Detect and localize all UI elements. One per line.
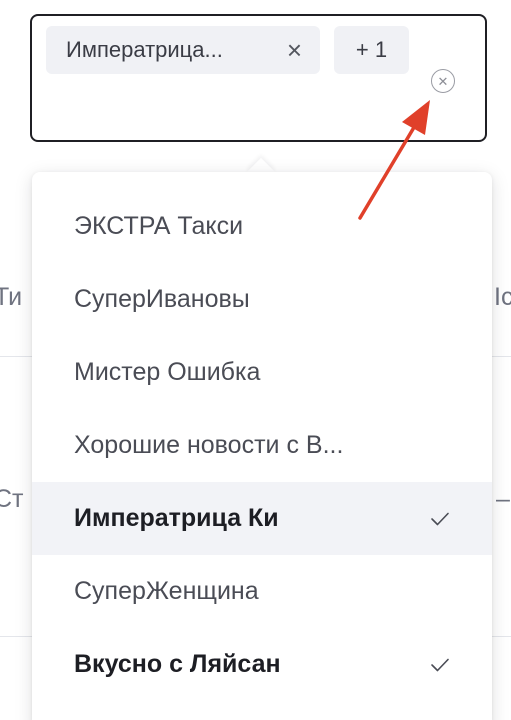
table-cell-fragment: – [496,485,510,513]
option-item-selected[interactable]: Вкусно с Ляйсан [32,628,492,701]
chip-remove-icon[interactable]: × [287,37,302,63]
option-item-selected[interactable]: Императрица Ки [32,482,492,555]
selected-chip: Императрица... × [46,26,320,74]
option-label: Императрица Ки [74,504,279,532]
option-item[interactable]: ЭКСТРА Такси [32,190,492,263]
table-cell-fragment: Ти [0,283,23,311]
option-item[interactable]: Хорошие новости с В... [32,409,492,482]
clear-x-glyph: ✕ [437,73,449,89]
option-item[interactable]: Мистер Ошибка [32,336,492,409]
options-dropdown: ЭКСТРА Такси СуперИвановы Мистер Ошибка … [32,172,492,720]
more-selected-chip[interactable]: + 1 [334,26,409,74]
selected-chip-label: Императрица... [66,37,223,62]
option-label: СуперИвановы [74,285,250,313]
option-label: ЭКСТРА Такси [74,212,244,240]
multi-select-field[interactable]: Императрица... × + 1 ✕ [30,14,487,142]
option-label: Хорошие новости с В... [74,431,344,459]
table-cell-fragment: Ст [0,485,24,513]
table-cell-fragment: Ic [494,283,511,311]
option-label: СуперЖенщина [74,577,259,605]
option-item[interactable]: СуперЖенщина [32,555,492,628]
clear-circle-icon[interactable]: ✕ [431,69,455,93]
option-label: Мистер Ошибка [74,358,261,386]
screen: Ти Ic Ст – Императрица... × + 1 ✕ ЭКСТРА… [0,0,511,720]
option-label: Вкусно с Ляйсан [74,650,281,678]
options-list: ЭКСТРА Такси СуперИвановы Мистер Ошибка … [32,172,492,701]
check-icon [431,512,449,525]
option-item[interactable]: СуперИвановы [32,263,492,336]
check-icon [431,658,449,671]
